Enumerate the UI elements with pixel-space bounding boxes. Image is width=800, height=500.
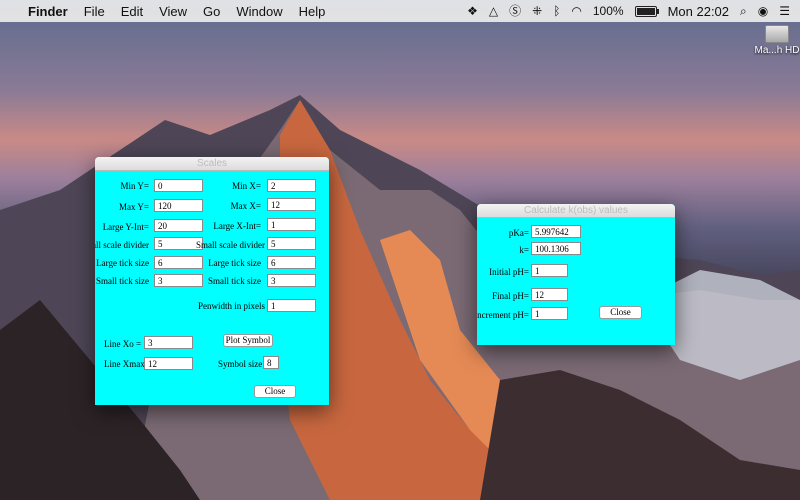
small-tick-y-field[interactable] (154, 274, 203, 287)
bluetooth-icon[interactable]: ᛒ (553, 5, 560, 17)
line-xo-label: Line Xo = (104, 339, 142, 349)
large-y-int-field[interactable] (154, 219, 203, 232)
hard-drive-icon (765, 25, 789, 43)
skype-icon[interactable]: Ⓢ (509, 5, 521, 17)
drive-icon[interactable]: △ (489, 5, 498, 17)
kobs-titlebar[interactable]: Calculate k(obs) values (477, 204, 675, 218)
penwidth-field[interactable] (267, 299, 316, 312)
dropbox-icon[interactable]: ❖ (467, 5, 478, 17)
symbol-size-field[interactable] (263, 356, 279, 369)
kobs-close-button[interactable]: Close (599, 306, 642, 319)
increment-ph-field[interactable] (531, 307, 568, 320)
status-area: ❖ △ Ⓢ ⁜ ᛒ ◠ 100% Mon 22:02 ⌕ ◉ ☰ (467, 0, 790, 22)
penwidth-label: Penwidth in pixels (198, 301, 265, 311)
menu-window[interactable]: Window (236, 4, 282, 19)
small-tick-x-label: Small tick size (208, 276, 261, 286)
line-xmax-field[interactable] (144, 357, 193, 370)
small-tick-y-label: Small tick size (96, 276, 149, 286)
menu-go[interactable]: Go (203, 4, 220, 19)
max-y-field[interactable] (154, 199, 203, 212)
menu-icon[interactable]: ☰ (779, 5, 790, 17)
min-x-label: Min X= (232, 181, 261, 191)
max-x-label: Max X= (230, 201, 261, 211)
symbol-size-label: Symbol size (218, 359, 263, 369)
hard-drive[interactable]: Ma...h HD (754, 22, 800, 56)
final-ph-field[interactable] (531, 288, 568, 301)
menu-view[interactable]: View (159, 4, 187, 19)
scales-window: Scales Min Y= Max Y= Large Y-Int= Small … (95, 157, 329, 405)
small-divider-y-label: Small scale divider (95, 240, 149, 250)
max-y-label: Max Y= (119, 202, 149, 212)
clock[interactable]: Mon 22:02 (668, 4, 729, 19)
battery-icon[interactable] (634, 5, 659, 17)
small-divider-x-label: Small scale divider (196, 240, 265, 250)
battery-level (636, 7, 655, 15)
min-y-label: Min Y= (120, 181, 150, 191)
battery-percent: 100% (592, 4, 624, 18)
large-tick-x-label: Large tick size (208, 258, 261, 268)
increment-ph-label: Increment pH= (477, 310, 529, 320)
pka-field[interactable] (531, 225, 581, 238)
grid-icon[interactable]: ⁜ (532, 5, 542, 17)
initial-ph-field[interactable] (531, 264, 568, 277)
initial-ph-label: Initial pH= (489, 267, 529, 277)
menu-help[interactable]: Help (299, 4, 326, 19)
menu-file[interactable]: File (84, 4, 105, 19)
max-x-field[interactable] (267, 198, 316, 211)
scales-close-button[interactable]: Close (254, 385, 296, 398)
large-tick-y-label: Large tick size (96, 258, 149, 268)
final-ph-label: Final pH= (492, 291, 529, 301)
min-y-field[interactable] (154, 179, 203, 192)
large-y-int-label: Large Y-Int= (102, 222, 149, 232)
min-x-field[interactable] (267, 179, 316, 192)
large-tick-x-field[interactable] (267, 256, 316, 269)
k-label: k= (519, 245, 529, 255)
menu-bar: Finder File Edit View Go Window Help ❖ △… (0, 0, 800, 22)
small-tick-x-field[interactable] (267, 274, 316, 287)
large-x-int-label: Large X-Int= (213, 221, 261, 231)
wifi-icon[interactable]: ◠ (571, 5, 581, 17)
line-xo-field[interactable] (144, 336, 193, 349)
hard-drive-label: Ma...h HD (754, 45, 800, 56)
search-icon[interactable]: ⌕ (740, 5, 747, 17)
kobs-window: Calculate k(obs) values pKa= k= Initial … (477, 204, 675, 345)
large-x-int-field[interactable] (267, 218, 316, 231)
siri-icon[interactable]: ◉ (758, 5, 768, 17)
k-field[interactable] (531, 242, 581, 255)
menu-finder[interactable]: Finder (28, 4, 68, 19)
large-tick-y-field[interactable] (154, 256, 203, 269)
plot-symbol-button[interactable]: Plot Symbol (223, 334, 273, 347)
pka-label: pKa= (508, 228, 529, 238)
scales-titlebar[interactable]: Scales (95, 157, 329, 171)
small-divider-x-field[interactable] (267, 237, 316, 250)
menu-edit[interactable]: Edit (121, 4, 143, 19)
